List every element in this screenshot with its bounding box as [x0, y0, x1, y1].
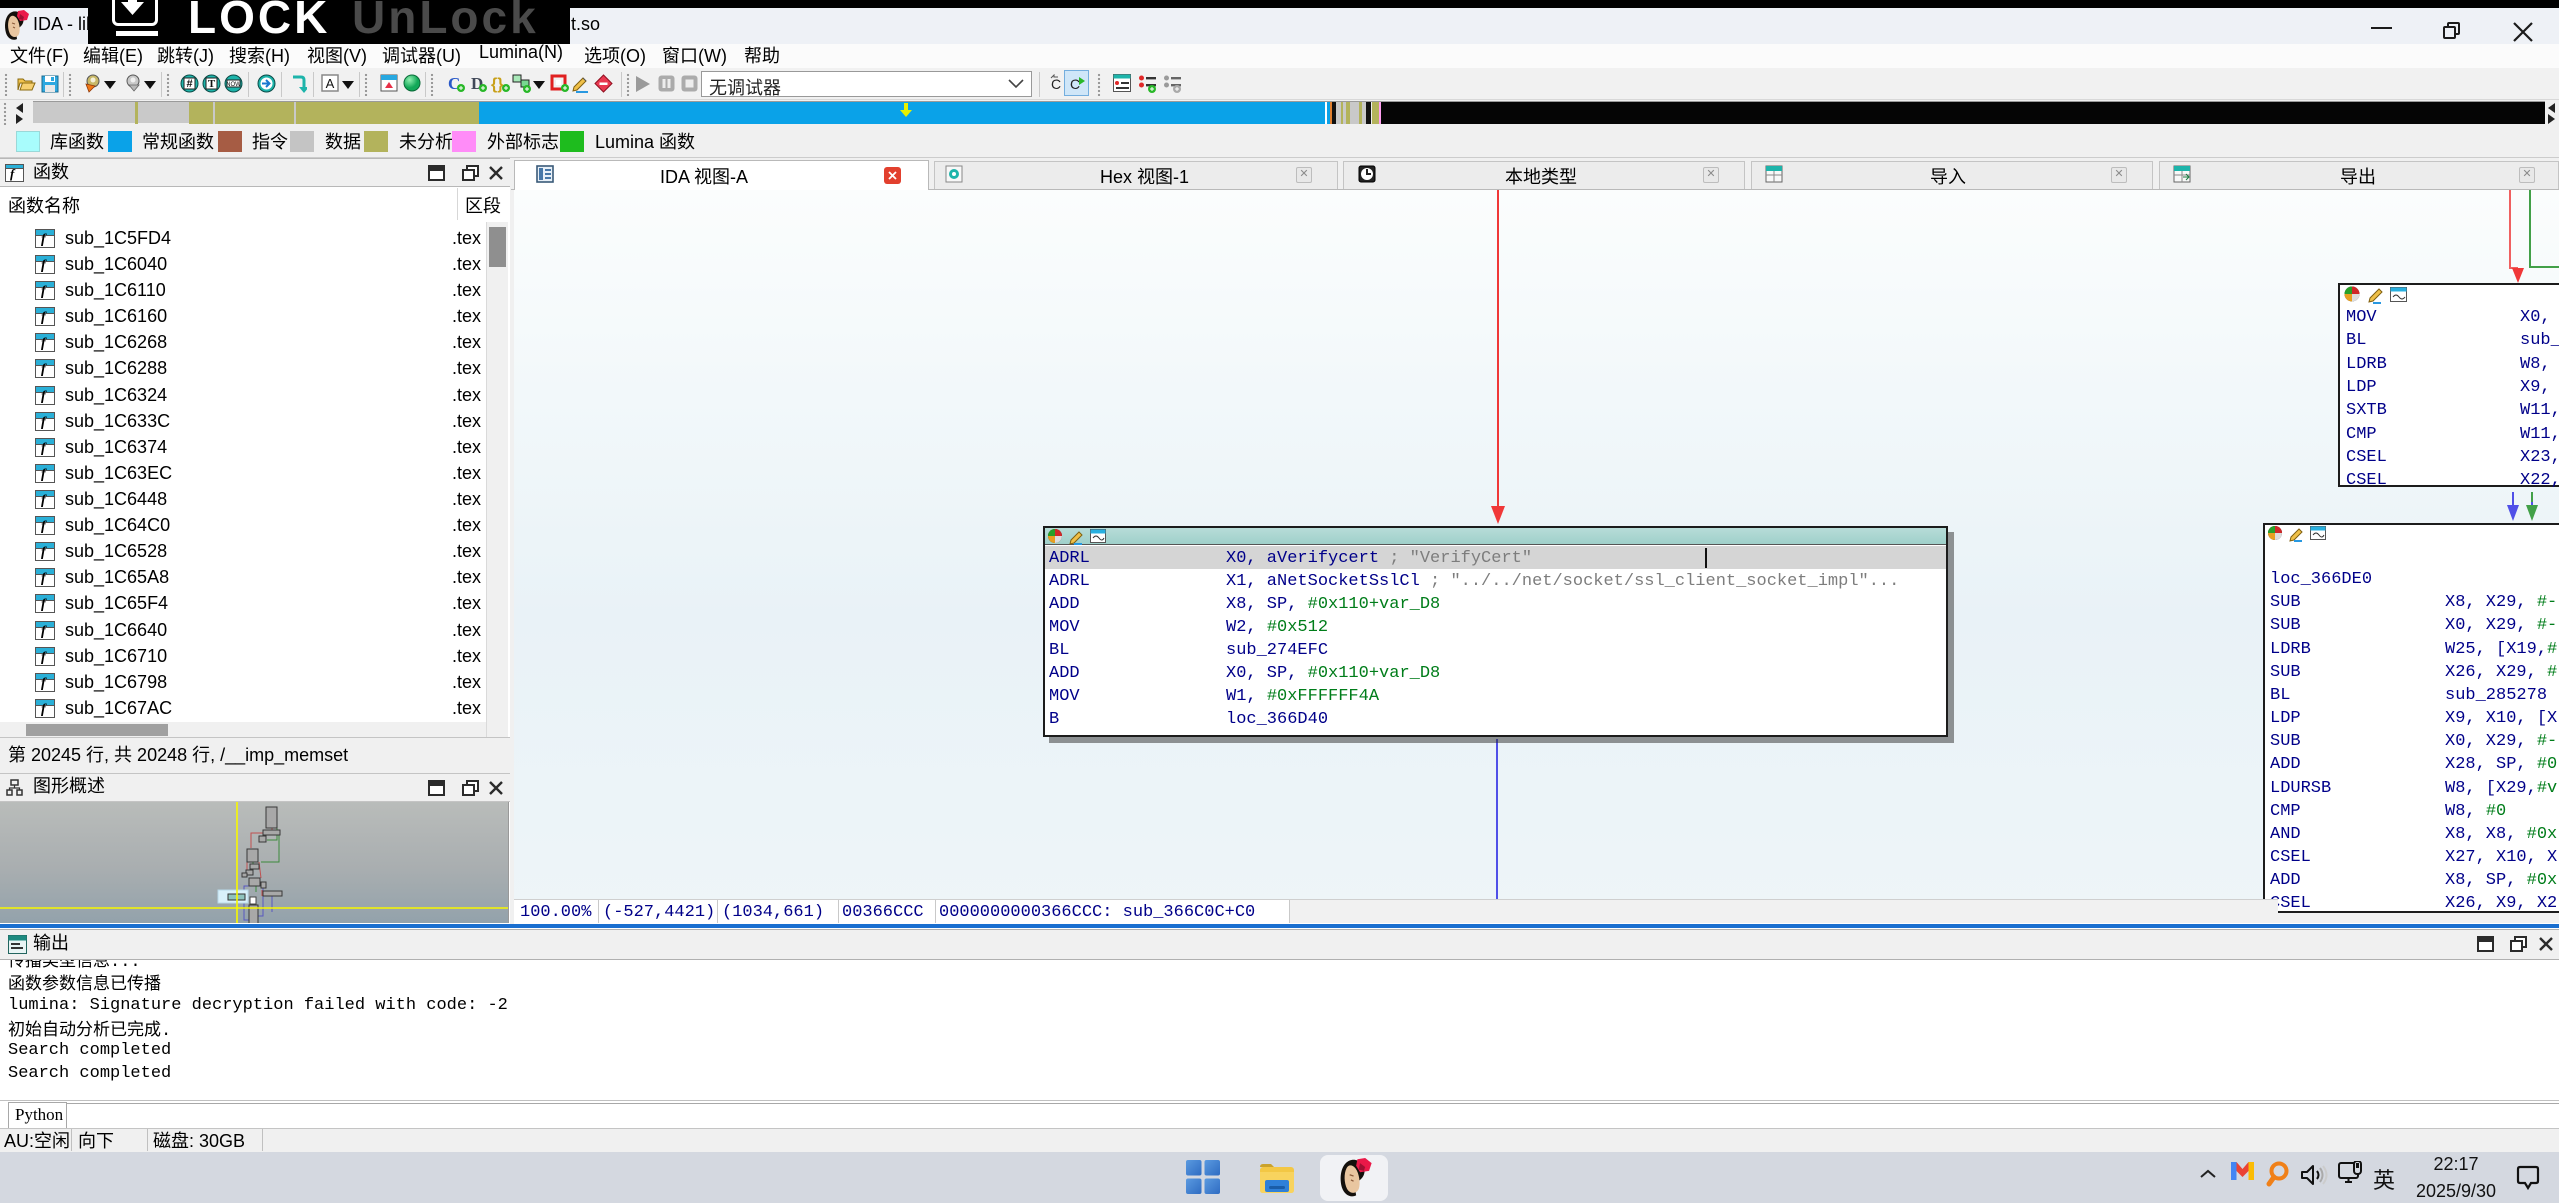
svg-text:{}: {}	[491, 76, 503, 93]
svg-text:C: C	[1070, 76, 1080, 92]
svg-text:NOW: NOW	[226, 82, 241, 88]
svg-text:#: #	[186, 78, 192, 90]
svg-text:T: T	[208, 78, 216, 90]
svg-text:C: C	[1051, 76, 1061, 92]
svg-text:A: A	[326, 76, 335, 91]
